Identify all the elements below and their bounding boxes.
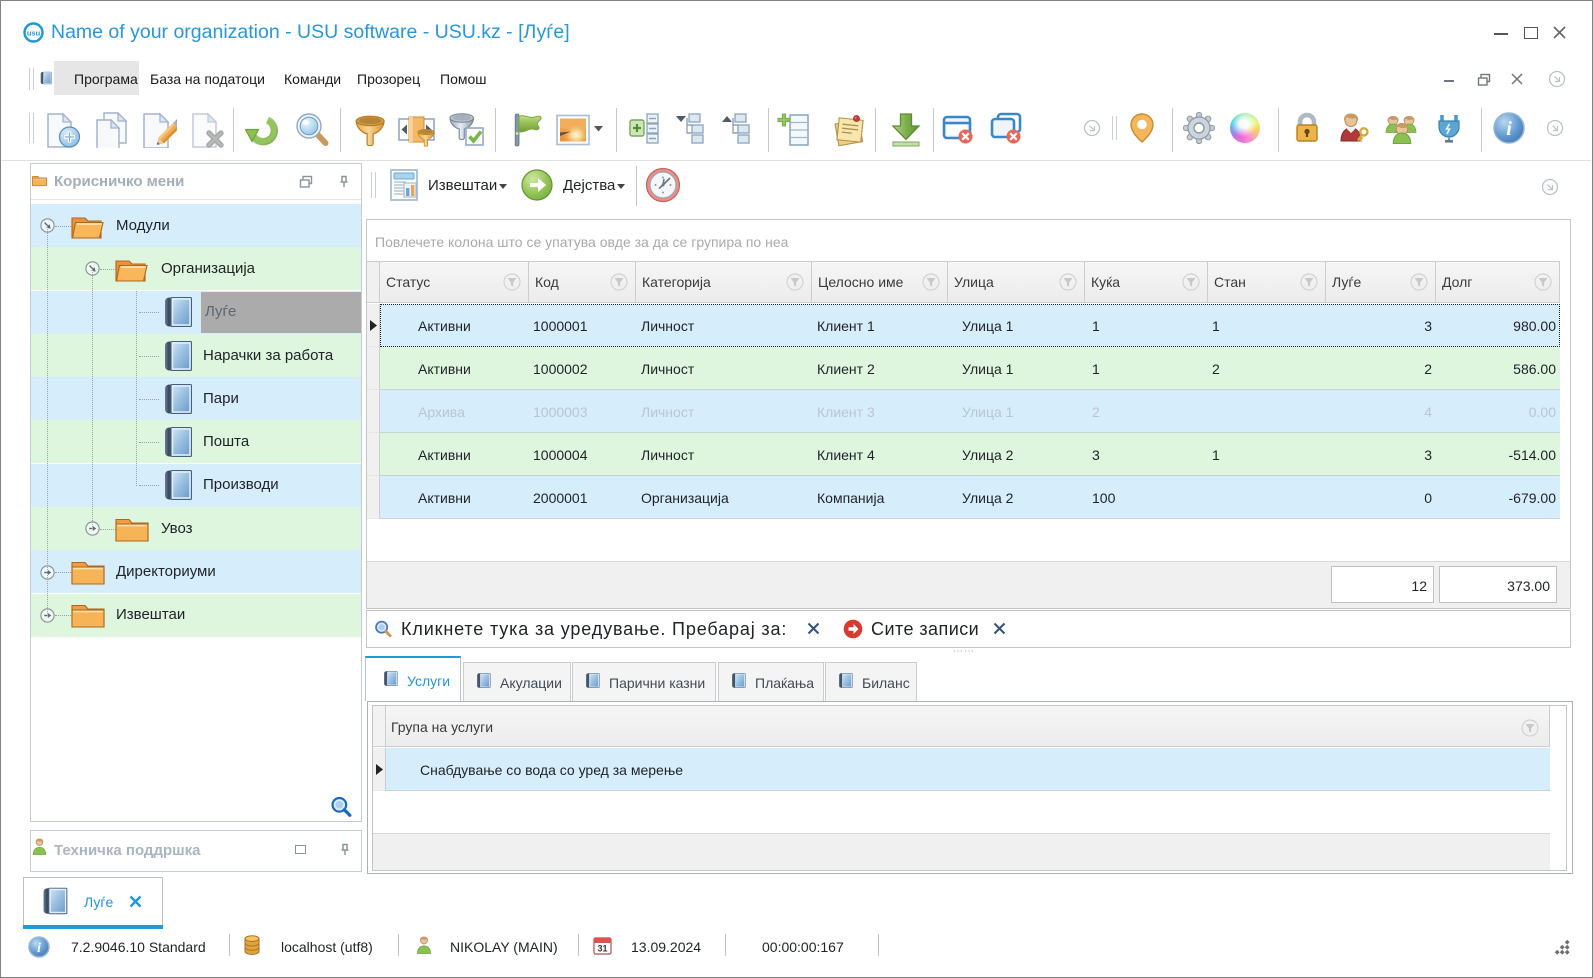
svg-text:i: i — [37, 941, 41, 956]
svg-text:31: 31 — [597, 944, 607, 954]
svg-text:i: i — [1506, 118, 1512, 140]
svg-text:usu: usu — [27, 29, 41, 38]
